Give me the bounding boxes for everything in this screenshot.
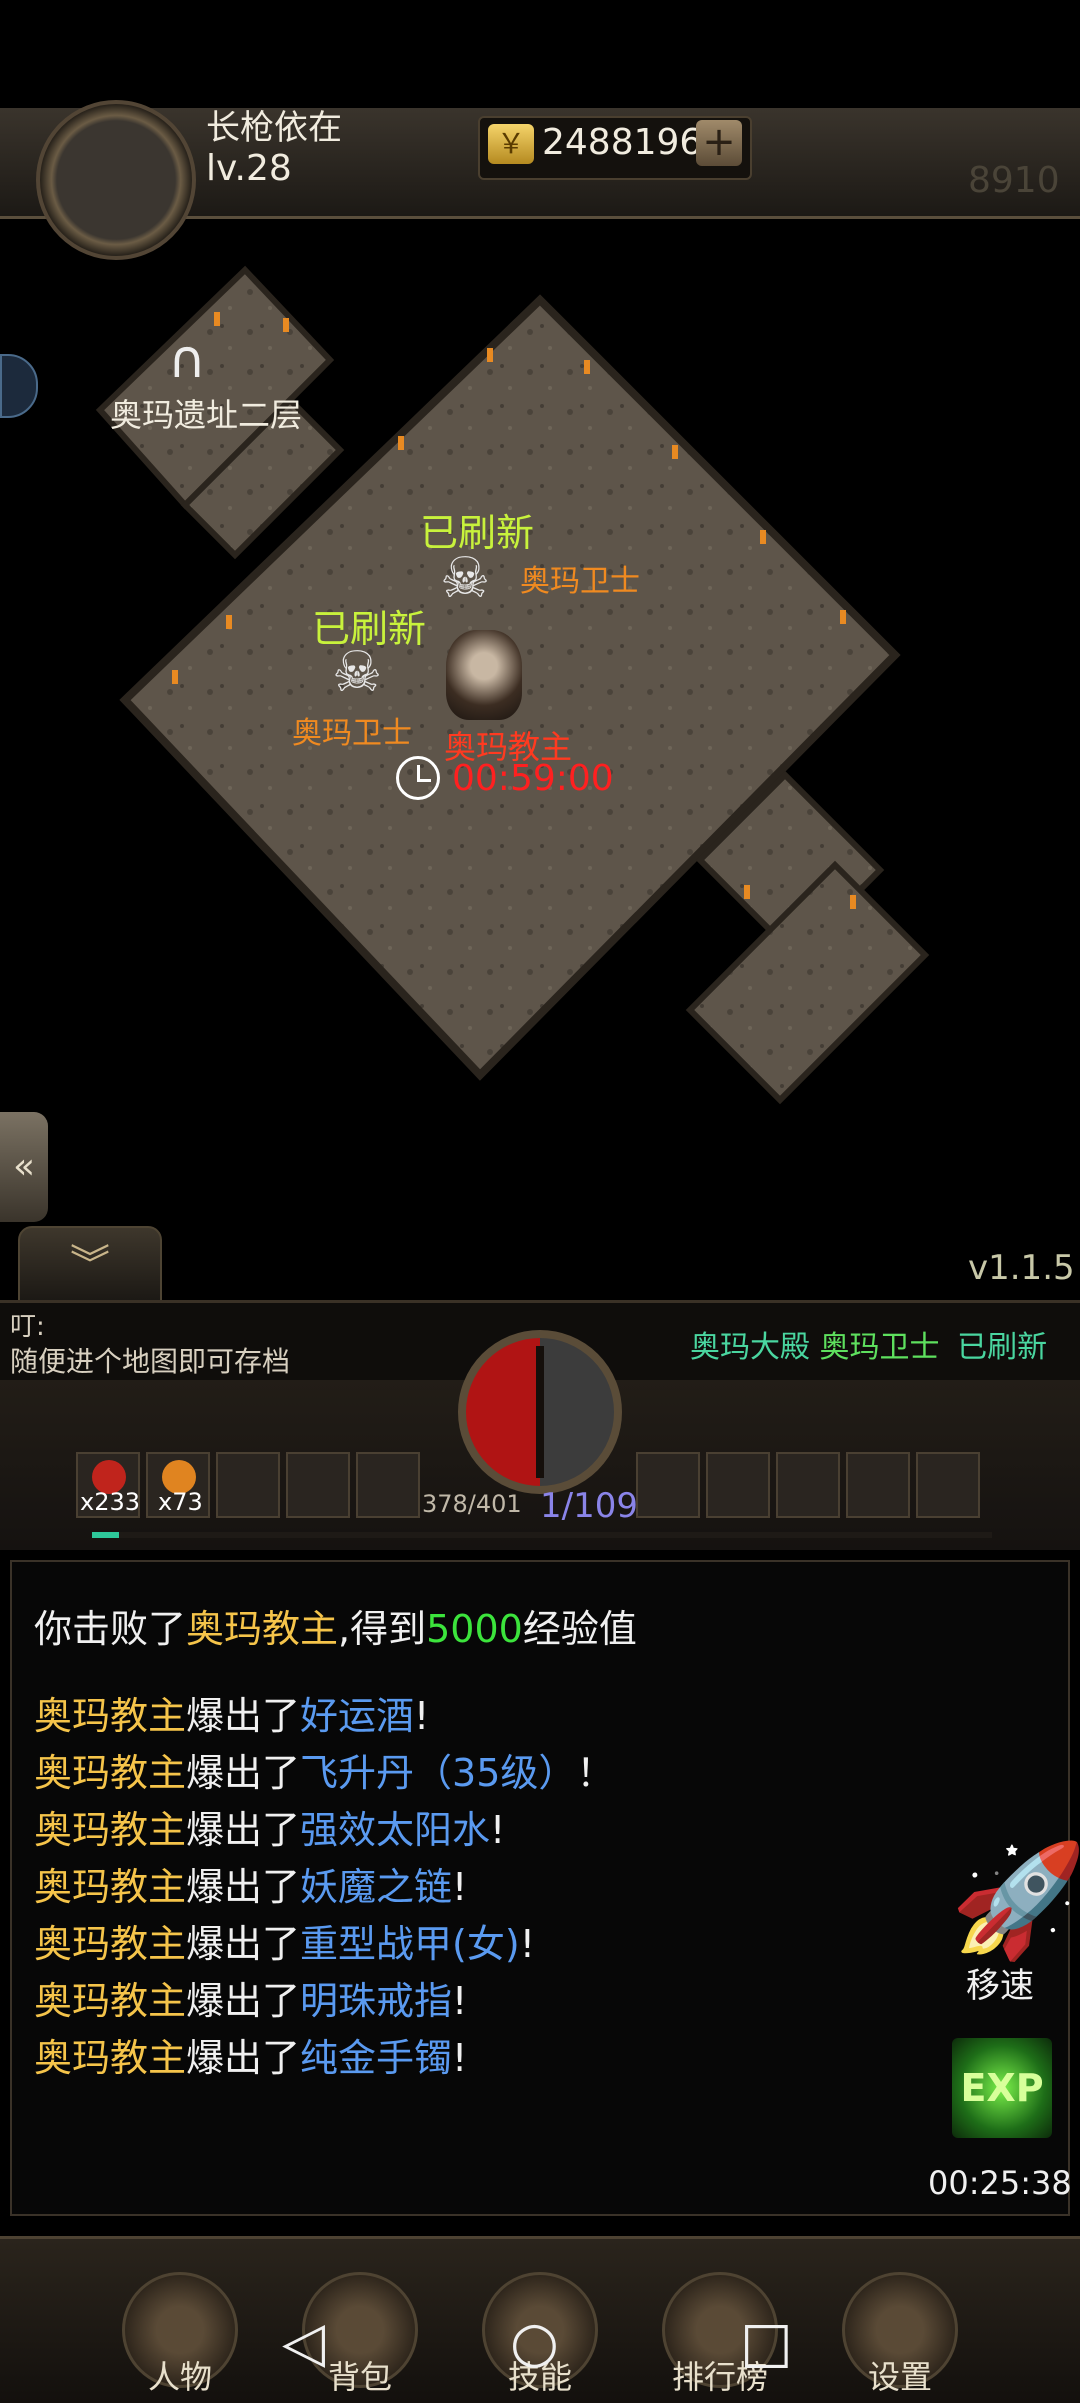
clock-icon xyxy=(396,756,440,800)
add-gold-button[interactable]: + xyxy=(696,120,742,166)
log-boss: 奥玛教主 xyxy=(34,1865,187,1909)
log-text: 爆出了 xyxy=(186,1808,301,1852)
potion-slot-orange[interactable]: x73 xyxy=(146,1452,210,1518)
gold-icon: ￥ xyxy=(488,124,534,164)
skill-slot[interactable] xyxy=(846,1452,910,1518)
log-item: 好运酒 xyxy=(300,1694,415,1738)
log-boss: 奥玛教主 xyxy=(34,1979,187,2023)
boss-portrait[interactable] xyxy=(446,630,522,720)
player-name: 长枪依在 xyxy=(206,108,342,148)
skill-slot[interactable] xyxy=(216,1452,280,1518)
log-boss: 奥玛教主 xyxy=(34,1922,187,1966)
rocket-icon[interactable]: 🚀 xyxy=(950,1836,1080,1965)
log-drop-line: 奥玛教主爆出了强效太阳水! xyxy=(34,1799,505,1854)
combat-log[interactable]: 你击败了奥玛教主,得到5000经验值 奥玛教主爆出了好运酒! 奥玛教主爆出了飞升… xyxy=(10,1560,1070,2216)
log-item: 纯金手镯 xyxy=(300,2036,453,2080)
speed-button-label: 移速 xyxy=(966,1966,1034,2006)
log-text: ! xyxy=(452,1865,468,1909)
orb-divider xyxy=(536,1346,544,1478)
log-drop-line: 奥玛教主爆出了妖魔之链! xyxy=(34,1856,467,1911)
log-text: 爆出了 xyxy=(186,1979,301,2023)
log-text: 爆出了 xyxy=(186,1694,301,1738)
log-exp: 5000 xyxy=(426,1607,523,1651)
log-text: 你击败了 xyxy=(34,1607,187,1651)
log-item: 明珠戒指 xyxy=(300,1979,453,2023)
log-item: 飞升丹（35级） xyxy=(300,1751,577,1795)
potion-count: x233 xyxy=(80,1488,141,1516)
log-boss: 奥玛教主 xyxy=(186,1607,339,1651)
exp-bar-fill xyxy=(92,1532,119,1538)
skull-icon[interactable]: ☠ xyxy=(332,640,382,705)
skull-icon[interactable]: ☠ xyxy=(440,546,490,611)
log-drop-line: 奥玛教主爆出了飞升丹（35级）！ xyxy=(34,1742,614,1797)
potion-slot-red[interactable]: x233 xyxy=(76,1452,140,1518)
map-exit-label: 奥玛遗址二层 xyxy=(110,396,303,434)
collapse-panel-button[interactable]: ︾ xyxy=(18,1226,162,1304)
log-text: 经验值 xyxy=(522,1607,637,1651)
spawn-broadcast: 奥玛大殿 奥玛卫士 已刷新 xyxy=(690,1322,1047,1366)
log-text: 爆出了 xyxy=(186,1865,301,1909)
version-label: v1.1.5 xyxy=(968,1248,1075,1288)
map-corridor-se-room xyxy=(685,860,930,1105)
system-recents-icon[interactable]: □ xyxy=(740,2310,793,2375)
skill-slot[interactable] xyxy=(776,1452,840,1518)
log-boss: 奥玛教主 xyxy=(34,1808,187,1852)
skill-slot[interactable] xyxy=(286,1452,350,1518)
log-item: 妖魔之链 xyxy=(300,1865,453,1909)
log-drop-line: 奥玛教主爆出了重型战甲(女)! xyxy=(34,1913,535,1968)
boss-respawn-timer: 00:59:00 xyxy=(452,758,614,799)
log-text: 爆出了 xyxy=(186,1751,301,1795)
log-text: ,得到 xyxy=(338,1607,427,1651)
power-value: 8910 xyxy=(968,160,1060,201)
log-text: ! xyxy=(452,2036,468,2080)
log-text: ! xyxy=(519,1922,535,1966)
nav-settings-label: 设置 xyxy=(867,2358,932,2396)
log-item: 强效太阳水 xyxy=(300,1808,491,1852)
log-boss: 奥玛教主 xyxy=(34,1751,187,1795)
skill-slot[interactable] xyxy=(916,1452,980,1518)
nav-character-label: 人物 xyxy=(147,2358,212,2396)
log-text: ! xyxy=(414,1694,430,1738)
guard-name: 奥玛卫士 xyxy=(520,564,640,599)
log-kill-line: 你击败了奥玛教主,得到5000经验值 xyxy=(34,1598,637,1653)
broadcast-status: 已刷新 xyxy=(957,1330,1048,1365)
exp-boost-button[interactable]: EXP xyxy=(952,2038,1052,2138)
guard-name: 奥玛卫士 xyxy=(292,716,412,751)
log-text: ！ xyxy=(576,1751,615,1795)
expand-side-menu-button[interactable]: « xyxy=(0,1112,48,1222)
player-level: lv.28 xyxy=(206,148,292,189)
hp-text: 378/401 xyxy=(422,1490,522,1518)
broadcast-monster: 奥玛卫士 xyxy=(819,1330,940,1365)
log-drop-line: 奥玛教主爆出了纯金手镯! xyxy=(34,2027,467,2082)
map-exit-icon[interactable]: ∩ xyxy=(168,330,206,390)
log-drop-line: 奥玛教主爆出了明珠戒指! xyxy=(34,1970,467,2025)
level-progress: 1/109 xyxy=(540,1486,638,1526)
system-back-icon[interactable]: ◁ xyxy=(282,2310,325,2375)
system-home-icon[interactable]: ○ xyxy=(510,2310,559,2375)
skill-slot[interactable] xyxy=(636,1452,700,1518)
notice-title: 叮: xyxy=(10,1312,45,1342)
log-boss: 奥玛教主 xyxy=(34,1694,187,1738)
skill-slot[interactable] xyxy=(356,1452,420,1518)
log-text: ! xyxy=(452,1979,468,2023)
log-text: ! xyxy=(490,1808,506,1852)
log-item: 重型战甲(女) xyxy=(300,1922,520,1966)
log-text: 爆出了 xyxy=(186,2036,301,2080)
gold-amount: 2488196 xyxy=(542,122,703,163)
broadcast-map: 奥玛大殿 xyxy=(690,1330,810,1365)
skill-slot[interactable] xyxy=(706,1452,770,1518)
log-text: 爆出了 xyxy=(186,1922,301,1966)
log-boss: 奥玛教主 xyxy=(34,2036,187,2080)
notice-message: 随便进个地图即可存档 xyxy=(10,1345,291,1378)
potion-count: x73 xyxy=(158,1488,203,1516)
log-drop-line: 奥玛教主爆出了好运酒! xyxy=(34,1685,429,1740)
exp-bar-track xyxy=(92,1532,992,1538)
exp-boost-timer: 00:25:38 xyxy=(928,2164,1072,2202)
